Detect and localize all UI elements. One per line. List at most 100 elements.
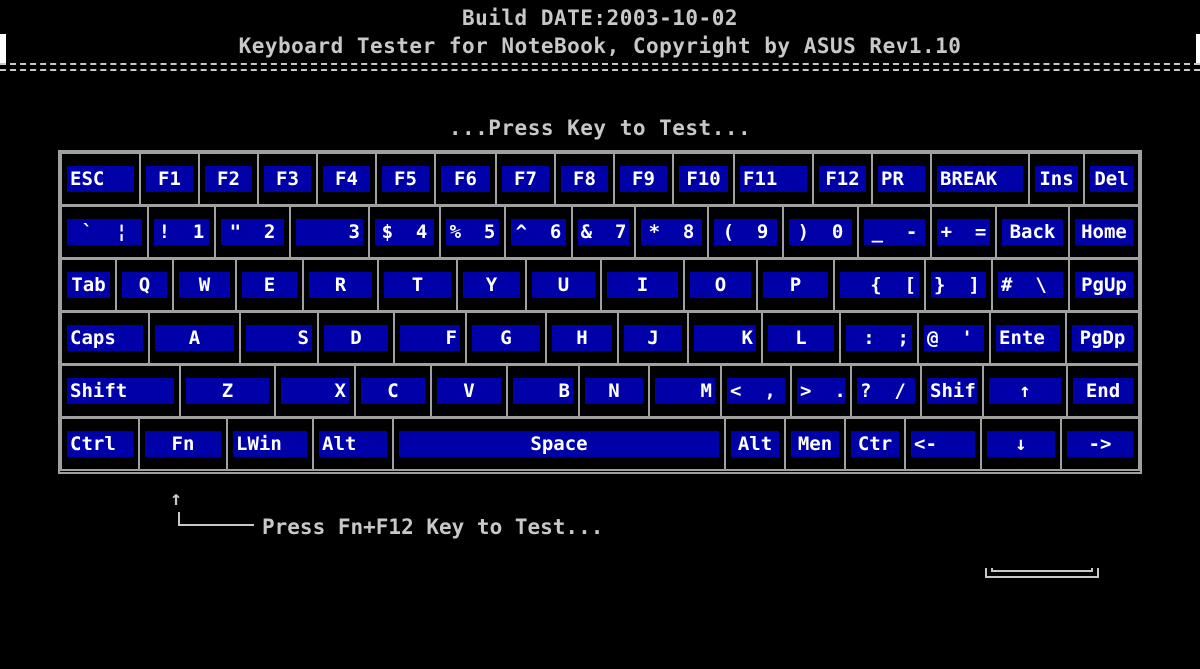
key-lwin[interactable]: LWin (226, 417, 314, 471)
key-semicolon[interactable]: : ; (839, 311, 919, 365)
key-backslash[interactable]: # \ (991, 258, 1070, 312)
key-label: ( 9 (714, 219, 777, 245)
key-o[interactable]: O (683, 258, 758, 312)
key-comma[interactable]: < , (720, 364, 792, 418)
key-rbracket[interactable]: } ] (924, 258, 993, 312)
key-ralt[interactable]: Alt (724, 417, 786, 471)
key-tab[interactable]: Tab (60, 258, 117, 312)
key-down[interactable]: ↓ (980, 417, 1062, 471)
key-f11[interactable]: F11 (733, 152, 814, 206)
key-d[interactable]: D (317, 311, 395, 365)
key-enter[interactable]: Ente (989, 311, 1067, 365)
key-z[interactable]: Z (179, 364, 276, 418)
key-break[interactable]: BREAK (930, 152, 1030, 206)
key-8[interactable]: * 8 (634, 205, 709, 259)
key-right[interactable]: -> (1060, 417, 1140, 471)
key-menu[interactable]: Men (784, 417, 846, 471)
key-q[interactable]: Q (115, 258, 174, 312)
key-f3[interactable]: F3 (257, 152, 318, 206)
key-del[interactable]: Del (1083, 152, 1140, 206)
key-u[interactable]: U (525, 258, 602, 312)
key-5[interactable]: % 5 (439, 205, 506, 259)
key-period[interactable]: > . (790, 364, 852, 418)
key-j[interactable]: J (617, 311, 689, 365)
key-h[interactable]: H (545, 311, 619, 365)
keyboard-row: Ctrl Fn LWin Alt Space Alt Men Ctr <- ↓ -> (60, 417, 1140, 471)
key-3[interactable]: 3 (289, 205, 370, 259)
key-0[interactable]: ) 0 (782, 205, 859, 259)
key-7[interactable]: & 7 (571, 205, 636, 259)
key-pr[interactable]: PR (871, 152, 932, 206)
key-9[interactable]: ( 9 (707, 205, 784, 259)
key-r[interactable]: R (302, 258, 379, 312)
key-slash[interactable]: ? / (850, 364, 922, 418)
key-lbracket[interactable]: { [ (833, 258, 926, 312)
key-m[interactable]: M (648, 364, 722, 418)
key-f8[interactable]: F8 (554, 152, 615, 206)
key-ins[interactable]: Ins (1028, 152, 1085, 206)
key-lctrl[interactable]: Ctrl (60, 417, 140, 471)
key-l[interactable]: L (761, 311, 841, 365)
key-6[interactable]: ^ 6 (504, 205, 573, 259)
key-i[interactable]: I (600, 258, 685, 312)
key-end[interactable]: End (1066, 364, 1140, 418)
key-label: N (585, 378, 643, 404)
key-a[interactable]: A (148, 311, 241, 365)
key-caps[interactable]: Caps (60, 311, 150, 365)
key-1[interactable]: ! 1 (147, 205, 216, 259)
key-label: P (763, 272, 828, 298)
key-f7[interactable]: F7 (495, 152, 556, 206)
key-home[interactable]: Home (1068, 205, 1140, 259)
separator-line (0, 63, 1200, 71)
key-f12[interactable]: F12 (812, 152, 873, 206)
key-pgup[interactable]: PgUp (1068, 258, 1140, 312)
key-label: F9 (620, 166, 667, 192)
key-2[interactable]: " 2 (214, 205, 291, 259)
key-rshift[interactable]: Shif (920, 364, 984, 418)
key-left[interactable]: <- (904, 417, 982, 471)
key-esc[interactable]: ESC (60, 152, 141, 206)
key-4[interactable]: $ 4 (368, 205, 441, 259)
key-rctrl[interactable]: Ctr (844, 417, 906, 471)
key-pgdn[interactable]: PgDp (1065, 311, 1140, 365)
key-label: Y (463, 272, 520, 298)
key-f6[interactable]: F6 (434, 152, 497, 206)
key-space[interactable]: Space (392, 417, 726, 471)
key-label: Q (122, 272, 167, 298)
key-lalt[interactable]: Alt (312, 417, 394, 471)
key-c[interactable]: C (354, 364, 432, 418)
key-label: Shif (927, 378, 977, 404)
key-s[interactable]: S (239, 311, 319, 365)
key-f4[interactable]: F4 (316, 152, 377, 206)
key-g[interactable]: G (465, 311, 547, 365)
key-y[interactable]: Y (456, 258, 527, 312)
key-f9[interactable]: F9 (613, 152, 674, 206)
key-p[interactable]: P (756, 258, 835, 312)
key-e[interactable]: E (235, 258, 304, 312)
key-backtick[interactable]: ` ¦ (60, 205, 149, 259)
key-label: V (437, 378, 501, 404)
key-x[interactable]: X (274, 364, 356, 418)
key-t[interactable]: T (377, 258, 458, 312)
keyboard-row: ESC F1 F2 F3 F4 F5 F6 F7 F8 F9 F10 F11 F12 PR BREAK Ins… (60, 152, 1140, 206)
build-date-line: Build DATE:2003-10-02 (461, 6, 738, 30)
key-fn[interactable]: Fn (138, 417, 228, 471)
key-f[interactable]: F (393, 311, 467, 365)
key-f5[interactable]: F5 (375, 152, 436, 206)
key-minus[interactable]: _ - (857, 205, 932, 259)
key-label: ↑ (989, 378, 1061, 404)
key-b[interactable]: B (506, 364, 580, 418)
key-quote[interactable]: @ ' (917, 311, 991, 365)
key-n[interactable]: N (578, 364, 650, 418)
key-label: End (1073, 378, 1133, 404)
key-f2[interactable]: F2 (198, 152, 259, 206)
key-equals[interactable]: + = (930, 205, 997, 259)
key-k[interactable]: K (687, 311, 763, 365)
key-w[interactable]: W (172, 258, 237, 312)
key-v[interactable]: V (430, 364, 508, 418)
key-f10[interactable]: F10 (672, 152, 735, 206)
key-backspace[interactable]: Back (995, 205, 1070, 259)
key-lshift[interactable]: Shift (60, 364, 181, 418)
key-up[interactable]: ↑ (982, 364, 1068, 418)
key-f1[interactable]: F1 (139, 152, 200, 206)
